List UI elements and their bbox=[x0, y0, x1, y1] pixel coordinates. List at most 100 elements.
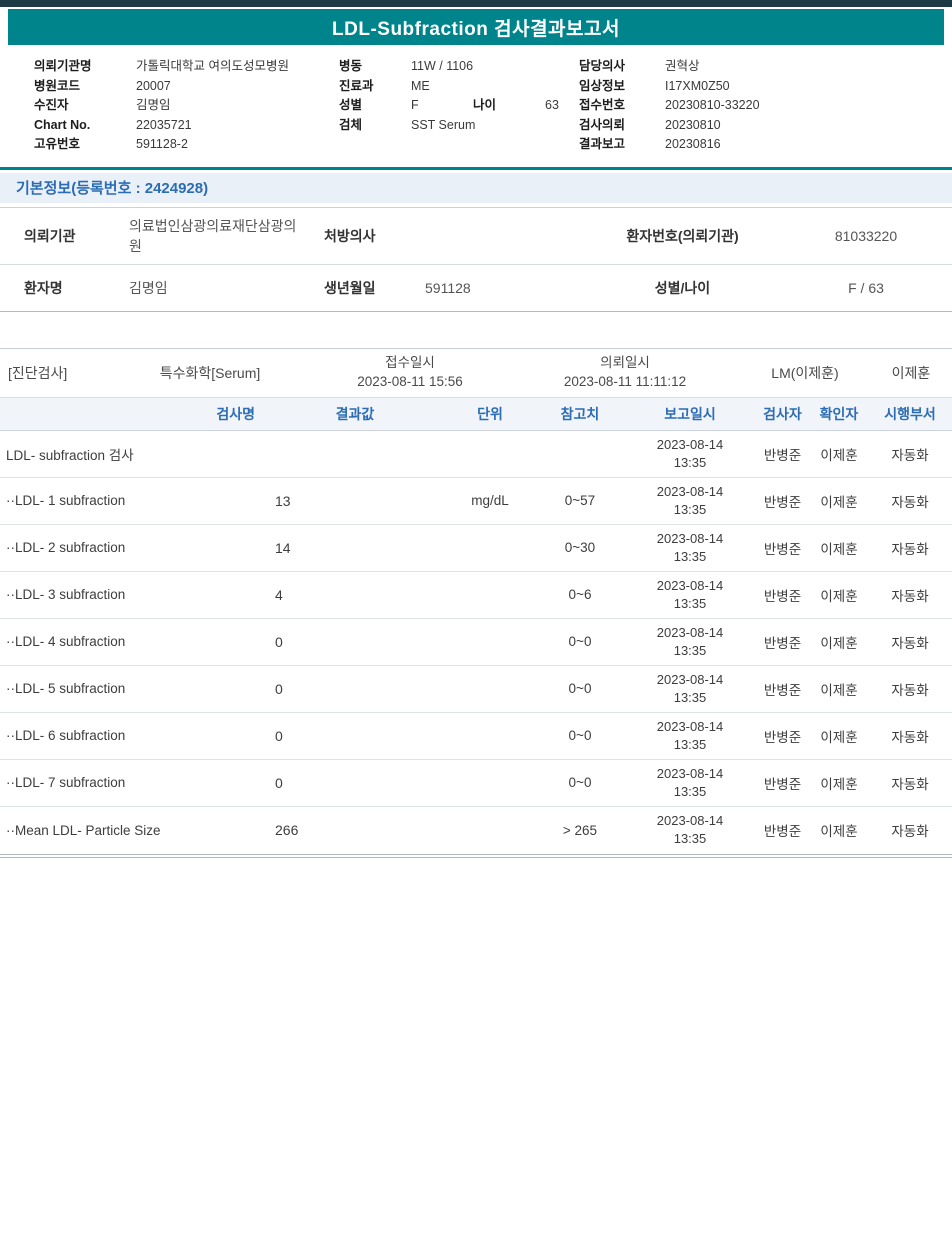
field-value: 가톨릭대학교 여의도성모병원 bbox=[136, 57, 289, 77]
report-datetime: 2023-08-1413:35 bbox=[625, 483, 755, 518]
tester: 반병준 bbox=[755, 679, 810, 699]
result-value: 0 bbox=[265, 681, 445, 697]
field-label: 생년월일 bbox=[300, 270, 405, 306]
lab-code: LM(이제훈) bbox=[740, 363, 870, 383]
field-value: 김명임 bbox=[136, 96, 171, 116]
tester: 반병준 bbox=[755, 491, 810, 511]
result-row: ··LDL- 1 subfraction 13 mg/dL 0~57 2023-… bbox=[0, 478, 952, 525]
result-row: ··LDL- 2 subfraction 14 0~30 2023-08-141… bbox=[0, 525, 952, 572]
header-column-left: 의뢰기관명 가톨릭대학교 여의도성모병원 병원코드 20007 수진자 김명임 … bbox=[34, 57, 339, 155]
result-value: 0 bbox=[265, 634, 445, 650]
field-label: 성별/나이 bbox=[585, 270, 780, 306]
department: 자동화 bbox=[868, 538, 952, 558]
header-column-right: 담당의사 권혁상 임상정보 I17XM0Z50 접수번호 20230810-33… bbox=[579, 57, 952, 155]
header-field: 결과보고 20230816 bbox=[579, 135, 952, 155]
report-title-bar: LDL-Subfraction 검사결과보고서 bbox=[8, 9, 944, 45]
report-datetime: 2023-08-1413:35 bbox=[625, 624, 755, 659]
header-field: 의뢰기관명 가톨릭대학교 여의도성모병원 bbox=[34, 57, 339, 77]
field-value: F bbox=[411, 96, 473, 116]
field-label: 담당의사 bbox=[579, 57, 665, 77]
tester: 반병준 bbox=[755, 773, 810, 793]
field-label: 의뢰기관명 bbox=[34, 57, 136, 77]
tester: 반병준 bbox=[755, 726, 810, 746]
confirmer: 이제훈 bbox=[810, 444, 868, 464]
field-value: I17XM0Z50 bbox=[665, 77, 730, 97]
basic-info-title: 기본정보(등록번호 : 2424928) bbox=[16, 177, 208, 198]
result-row: ··LDL- 6 subfraction 0 0~0 2023-08-1413:… bbox=[0, 713, 952, 760]
header-field: 병동 11W / 1106 bbox=[339, 57, 579, 77]
test-name: ··LDL- 5 subfraction bbox=[0, 681, 265, 696]
test-name: ··LDL- 4 subfraction bbox=[0, 634, 265, 649]
reference-range: > 265 bbox=[535, 823, 625, 838]
test-name: ··LDL- 6 subfraction bbox=[0, 728, 265, 743]
confirmer: 이제훈 bbox=[810, 538, 868, 558]
confirmer: 이제훈 bbox=[810, 773, 868, 793]
result-value: 14 bbox=[265, 540, 445, 556]
exam-panel: 특수화학[Serum] bbox=[110, 363, 310, 383]
confirmer: 이제훈 bbox=[810, 679, 868, 699]
column-header-unit: 단위 bbox=[445, 404, 535, 424]
header-column-middle: 병동 11W / 1106 진료과 ME 성별 F 나이 63 검체 SST S… bbox=[339, 57, 579, 155]
result-unit: mg/dL bbox=[445, 493, 535, 508]
field-value: 20230810 bbox=[665, 116, 721, 136]
department: 자동화 bbox=[868, 632, 952, 652]
result-value: 0 bbox=[265, 728, 445, 744]
field-value: 권혁상 bbox=[665, 57, 700, 77]
result-row: LDL- subfraction 검사 2023-08-1413:35 반병준 … bbox=[0, 431, 952, 478]
header-field: 접수번호 20230810-33220 bbox=[579, 96, 952, 116]
result-row: ··LDL- 7 subfraction 0 0~0 2023-08-1413:… bbox=[0, 760, 952, 807]
section-divider bbox=[0, 167, 952, 170]
field-label: 환자번호(의뢰기관) bbox=[585, 218, 780, 254]
field-value: 의료법인삼광의료재단삼광의원 bbox=[105, 208, 300, 264]
receipt-datetime: 접수일시 2023-08-11 15:56 bbox=[310, 354, 510, 392]
field-value: 63 bbox=[545, 96, 559, 116]
department: 자동화 bbox=[868, 585, 952, 605]
column-header-reference: 참고치 bbox=[535, 404, 625, 424]
field-value: 591128 bbox=[405, 272, 585, 304]
tester: 반병준 bbox=[755, 538, 810, 558]
department: 자동화 bbox=[868, 726, 952, 746]
reference-range: 0~57 bbox=[535, 493, 625, 508]
basic-info-header: 기본정보(등록번호 : 2424928) bbox=[0, 173, 952, 203]
field-label: 나이 bbox=[473, 96, 545, 116]
header-field: 임상정보 I17XM0Z50 bbox=[579, 77, 952, 97]
confirmer: 이제훈 bbox=[810, 726, 868, 746]
header-field: 진료과 ME bbox=[339, 77, 579, 97]
results-header: 검사명 결과값 단위 참고치 보고일시 검사자 확인자 시행부서 bbox=[0, 398, 952, 431]
basic-info-row: 의뢰기관 의료법인삼광의료재단삼광의원 처방의사 환자번호(의뢰기관) 8103… bbox=[0, 208, 952, 265]
field-value: 81033220 bbox=[780, 220, 952, 252]
department: 자동화 bbox=[868, 444, 952, 464]
department: 자동화 bbox=[868, 679, 952, 699]
header-field: 담당의사 권혁상 bbox=[579, 57, 952, 77]
header-field: 검체 SST Serum bbox=[339, 116, 579, 136]
field-value: 20230810-33220 bbox=[665, 96, 760, 116]
test-name: ··LDL- 3 subfraction bbox=[0, 587, 265, 602]
exam-confirmer: 이제훈 bbox=[870, 363, 952, 383]
test-name: ··LDL- 2 subfraction bbox=[0, 540, 265, 555]
confirmer: 이제훈 bbox=[810, 632, 868, 652]
reference-range: 0~0 bbox=[535, 728, 625, 743]
header-field: 수진자 김명임 bbox=[34, 96, 339, 116]
result-value: 4 bbox=[265, 587, 445, 603]
field-value bbox=[405, 228, 585, 244]
field-label: 병동 bbox=[339, 57, 411, 77]
request-datetime: 의뢰일시 2023-08-11 11:11:12 bbox=[510, 354, 740, 392]
field-label: 검사의뢰 bbox=[579, 116, 665, 136]
field-label: 진료과 bbox=[339, 77, 411, 97]
report-datetime: 2023-08-1413:35 bbox=[625, 671, 755, 706]
request-label: 의뢰일시 bbox=[510, 354, 740, 373]
report-datetime: 2023-08-1413:35 bbox=[625, 577, 755, 612]
department: 자동화 bbox=[868, 491, 952, 511]
reference-range: 0~0 bbox=[535, 775, 625, 790]
result-row: ··LDL- 5 subfraction 0 0~0 2023-08-1413:… bbox=[0, 666, 952, 713]
confirmer: 이제훈 bbox=[810, 820, 868, 840]
column-header-confirmer: 확인자 bbox=[810, 404, 868, 424]
result-row: ··Mean LDL- Particle Size 266 > 265 2023… bbox=[0, 807, 952, 854]
header-field: 검사의뢰 20230810 bbox=[579, 116, 952, 136]
field-value: 22035721 bbox=[136, 116, 192, 136]
test-name: LDL- subfraction 검사 bbox=[0, 444, 265, 464]
reference-range: 0~0 bbox=[535, 634, 625, 649]
request-value: 2023-08-11 11:11:12 bbox=[510, 373, 740, 392]
field-label: 성별 bbox=[339, 96, 411, 116]
field-label: 의뢰기관 bbox=[0, 218, 105, 254]
